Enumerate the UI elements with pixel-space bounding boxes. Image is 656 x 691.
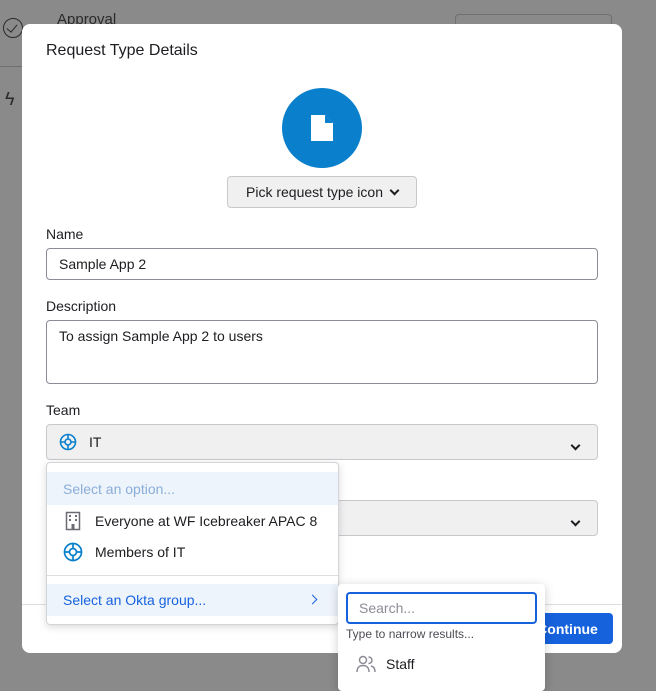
menu-item-okta-group[interactable]: Select an Okta group... — [47, 584, 338, 616]
pick-icon-button[interactable]: Pick request type icon — [227, 176, 417, 208]
okta-group-result-label: Staff — [386, 656, 415, 672]
menu-item-label: Members of IT — [95, 543, 186, 560]
chevron-down-icon — [389, 185, 400, 195]
name-label: Name — [46, 226, 84, 242]
team-wheel-icon — [59, 433, 77, 451]
okta-group-search-input[interactable] — [346, 592, 537, 624]
document-icon — [311, 115, 333, 141]
request-type-icon-preview — [282, 88, 362, 168]
name-field[interactable]: Sample App 2 — [46, 248, 598, 280]
okta-group-label: Select an Okta group... — [63, 592, 207, 608]
menu-item-everyone[interactable]: Everyone at WF Icebreaker APAC 8 — [47, 504, 338, 537]
description-field[interactable]: To assign Sample App 2 to users — [46, 320, 598, 384]
team-value: IT — [89, 434, 102, 450]
menu-placeholder[interactable]: Select an option... — [47, 472, 338, 505]
okta-group-result[interactable]: Staff — [356, 655, 415, 673]
modal-title: Request Type Details — [46, 42, 198, 59]
chevron-down-icon — [570, 440, 581, 451]
chevron-right-icon — [307, 594, 318, 605]
pick-icon-label: Pick request type icon — [246, 184, 383, 200]
lightning-icon: ϟ — [5, 89, 15, 109]
menu-item-label: Everyone at WF Icebreaker APAC 8 — [95, 512, 318, 529]
team-select[interactable]: IT — [46, 424, 598, 460]
team-wheel-icon — [63, 542, 83, 562]
description-label: Description — [46, 298, 117, 314]
okta-group-popover: Type to narrow results... Staff — [338, 584, 545, 691]
search-hint: Type to narrow results... — [346, 627, 475, 641]
menu-divider — [47, 575, 338, 576]
background-divider — [0, 66, 22, 67]
check-circle-icon — [3, 18, 23, 38]
building-icon — [63, 511, 83, 531]
chevron-down-icon — [570, 516, 581, 527]
team-label: Team — [46, 402, 81, 418]
team-dropdown-menu: Select an option... Everyone at WF Icebr… — [46, 462, 339, 625]
people-icon — [356, 655, 376, 673]
menu-item-members-of-it[interactable]: Members of IT — [47, 535, 338, 568]
